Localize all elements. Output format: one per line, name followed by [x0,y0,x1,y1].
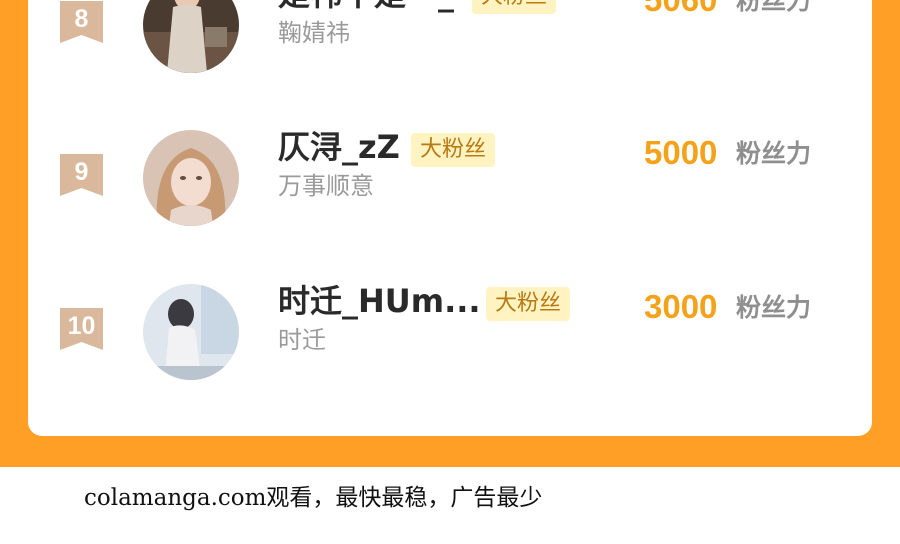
fan-club-name: 时迁 [278,326,326,354]
fan-club-name: 鞠婧祎 [278,19,350,47]
watermark-footer: colamanga.com观看，最快最稳，广告最少 [84,485,543,511]
ranking-row[interactable]: 10 时迁_HUm... 大粉丝 时迁 3000 粉丝力 [28,282,872,397]
fan-power-label: 粉丝力 [736,293,812,322]
rank-number: 9 [74,158,89,186]
fan-power-score: 3000 [644,288,718,325]
avatar[interactable] [143,284,239,380]
rank-number: 8 [74,5,89,33]
ranking-card: 8 是祎不是一_ 大粉丝 鞠婧祎 5060 粉丝力 9 [28,0,872,436]
nickname: 时迁_HUm... [278,282,481,320]
fan-power-label: 粉丝力 [736,139,812,168]
big-fan-badge: 大粉丝 [486,287,571,321]
rank-ribbon-icon: 10 [60,308,103,350]
fan-power-score: 5000 [644,134,718,171]
big-fan-badge: 大粉丝 [411,133,496,167]
nickname: 仄浔_zZ [278,128,400,166]
rank-ribbon-icon: 9 [60,154,103,196]
nickname: 是祎不是一_ [278,0,454,14]
ranking-row[interactable]: 9 仄浔_zZ 大粉丝 万事顺意 5000 粉丝力 [28,128,872,243]
fan-club-name: 万事顺意 [278,172,374,200]
avatar[interactable] [143,0,239,73]
avatar[interactable] [143,130,239,226]
big-fan-badge: 大粉丝 [472,0,557,14]
ranking-row[interactable]: 8 是祎不是一_ 大粉丝 鞠婧祎 5060 粉丝力 [28,0,872,90]
rank-number: 10 [67,312,96,340]
rank-ribbon-icon: 8 [60,1,103,43]
fan-power-label: 粉丝力 [736,0,812,15]
fan-power-score: 5060 [644,0,717,20]
